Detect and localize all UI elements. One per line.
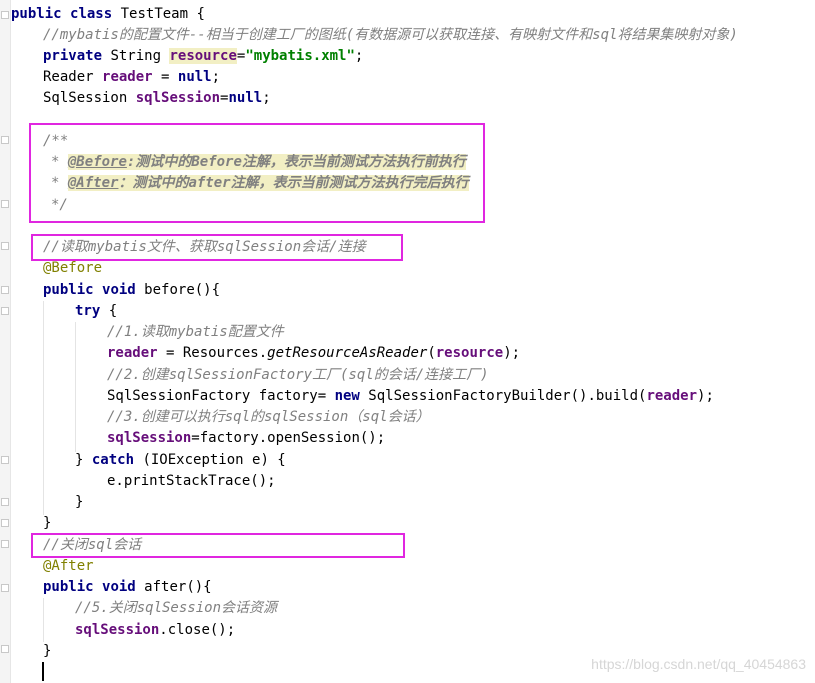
editor-gutter bbox=[0, 0, 11, 683]
code-line-comment-step3[interactable]: //3.创建可以执行sql的sqlSession（sql会话） bbox=[107, 407, 430, 428]
keyword: void bbox=[102, 579, 136, 595]
punctuation: ); bbox=[697, 388, 714, 404]
comment: //5.关闭sqlSession会话资源 bbox=[75, 600, 278, 616]
code-text: SqlSessionFactory factory= bbox=[107, 388, 335, 404]
fold-marker-icon[interactable] bbox=[1, 242, 9, 250]
comment: //2.创建sqlSessionFactory工厂(sql的会话/连接工厂) bbox=[107, 367, 489, 383]
punctuation: ; bbox=[211, 69, 221, 85]
keyword: private bbox=[43, 48, 103, 64]
punctuation: { bbox=[100, 303, 118, 319]
code-line-class-decl[interactable]: public class TestTeam { bbox=[11, 4, 205, 25]
class-name: TestTeam { bbox=[120, 6, 205, 22]
fold-marker-icon[interactable] bbox=[1, 540, 9, 548]
annotation: @Before bbox=[43, 260, 103, 276]
keyword: public bbox=[43, 579, 94, 595]
code-text: (IOException e) { bbox=[134, 452, 286, 468]
string-literal: "mybatis.xml" bbox=[245, 48, 355, 64]
type-name: String bbox=[110, 48, 162, 64]
punctuation: ); bbox=[503, 345, 521, 361]
keyword: void bbox=[102, 282, 136, 298]
keyword: null bbox=[228, 90, 263, 106]
code-text: .close(); bbox=[159, 622, 236, 638]
punctuation: } bbox=[75, 494, 84, 510]
fold-marker-icon[interactable] bbox=[1, 456, 9, 464]
keyword: public bbox=[11, 6, 62, 22]
code-line-session-decl[interactable]: SqlSession sqlSession=null; bbox=[43, 88, 271, 109]
indent-guide bbox=[43, 301, 44, 515]
code-text: =factory.openSession(); bbox=[191, 430, 386, 446]
keyword: try bbox=[75, 303, 101, 319]
code-line-comment-step5[interactable]: //5.关闭sqlSession会话资源 bbox=[75, 598, 277, 619]
code-line-after-method[interactable]: public void after(){ bbox=[43, 577, 212, 598]
type-name: SqlSession bbox=[43, 90, 128, 106]
highlight-box-close-comment bbox=[31, 533, 405, 558]
field-name: sqlSession bbox=[75, 622, 160, 638]
code-line-step2[interactable]: SqlSessionFactory factory= new SqlSessio… bbox=[107, 386, 714, 407]
keyword: class bbox=[70, 6, 113, 22]
method-name: getResourceAsReader bbox=[267, 345, 428, 361]
keyword: null bbox=[177, 69, 212, 85]
watermark: https://blog.csdn.net/qq_40454863 bbox=[591, 656, 806, 672]
code-line-try[interactable]: try { bbox=[75, 301, 117, 322]
field-name: sqlSession bbox=[135, 90, 221, 106]
keyword: public bbox=[43, 282, 94, 298]
type-name: Reader bbox=[43, 69, 94, 85]
fold-marker-icon[interactable] bbox=[1, 11, 9, 19]
indent-guide bbox=[75, 322, 76, 452]
fold-marker-icon[interactable] bbox=[1, 200, 9, 208]
punctuation: } bbox=[75, 452, 92, 468]
code-line-close-try[interactable]: } bbox=[75, 492, 83, 513]
fold-marker-icon[interactable] bbox=[1, 498, 9, 506]
code-line-comment-config[interactable]: //mybatis的配置文件--相当于创建工厂的图纸(有数据源可以获取连接、有映… bbox=[43, 25, 738, 46]
method-signature: after(){ bbox=[144, 579, 212, 595]
fold-marker-icon[interactable] bbox=[1, 136, 9, 144]
punctuation: } bbox=[43, 643, 52, 659]
operator: = bbox=[152, 69, 178, 85]
code-line-annotation-after[interactable]: @After bbox=[43, 556, 94, 577]
code-text: e.printStackTrace(); bbox=[107, 473, 276, 489]
code-line-annotation-before[interactable]: @Before bbox=[43, 258, 102, 279]
comment: //3.创建可以执行sql的sqlSession（sql会话） bbox=[107, 409, 430, 425]
code-line-step1[interactable]: reader = Resources.getResourceAsReader(r… bbox=[107, 343, 520, 364]
keyword: catch bbox=[91, 452, 135, 468]
method-signature: before(){ bbox=[144, 282, 221, 298]
field-name: reader bbox=[646, 388, 698, 404]
code-text: = Resources. bbox=[157, 345, 268, 361]
code-line-close-after[interactable]: } bbox=[43, 641, 51, 662]
code-line-comment-step1[interactable]: //1.读取mybatis配置文件 bbox=[107, 322, 284, 343]
field-name: resource bbox=[435, 345, 504, 361]
code-line-close-before[interactable]: } bbox=[43, 513, 51, 534]
fold-marker-icon[interactable] bbox=[1, 584, 9, 592]
code-line-step3[interactable]: sqlSession=factory.openSession(); bbox=[107, 428, 385, 449]
punctuation: } bbox=[43, 515, 52, 531]
code-line-print-stack[interactable]: e.printStackTrace(); bbox=[107, 471, 276, 492]
code-line-catch[interactable]: } catch (IOException e) { bbox=[75, 450, 286, 471]
code-line-comment-step2[interactable]: //2.创建sqlSessionFactory工厂(sql的会话/连接工厂) bbox=[107, 365, 489, 386]
code-line-close-call[interactable]: sqlSession.close(); bbox=[75, 620, 235, 641]
code-line-resource-decl[interactable]: private String resource="mybatis.xml"; bbox=[43, 46, 363, 67]
fold-marker-icon[interactable] bbox=[1, 286, 9, 294]
punctuation: ( bbox=[427, 345, 436, 361]
annotation: @After bbox=[43, 558, 94, 574]
highlight-box-javadoc bbox=[29, 123, 485, 223]
code-line-before-method[interactable]: public void before(){ bbox=[43, 280, 220, 301]
fold-marker-icon[interactable] bbox=[1, 307, 9, 315]
comment: //1.读取mybatis配置文件 bbox=[107, 324, 284, 340]
field-name: sqlSession bbox=[107, 430, 192, 446]
field-name: resource bbox=[169, 48, 237, 64]
text-caret bbox=[42, 662, 44, 681]
code-line-reader-decl[interactable]: Reader reader = null; bbox=[43, 67, 220, 88]
fold-marker-icon[interactable] bbox=[1, 645, 9, 653]
code-text: SqlSessionFactoryBuilder().build( bbox=[359, 388, 647, 404]
punctuation: ; bbox=[262, 90, 271, 106]
field-name: reader bbox=[107, 345, 158, 361]
highlight-box-read-comment bbox=[31, 234, 403, 261]
punctuation: ; bbox=[354, 48, 364, 64]
indent-guide bbox=[43, 598, 44, 642]
keyword: new bbox=[334, 388, 360, 404]
comment: //mybatis的配置文件--相当于创建工厂的图纸(有数据源可以获取连接、有映… bbox=[43, 27, 738, 43]
fold-marker-icon[interactable] bbox=[1, 519, 9, 527]
field-name: reader bbox=[102, 69, 153, 85]
